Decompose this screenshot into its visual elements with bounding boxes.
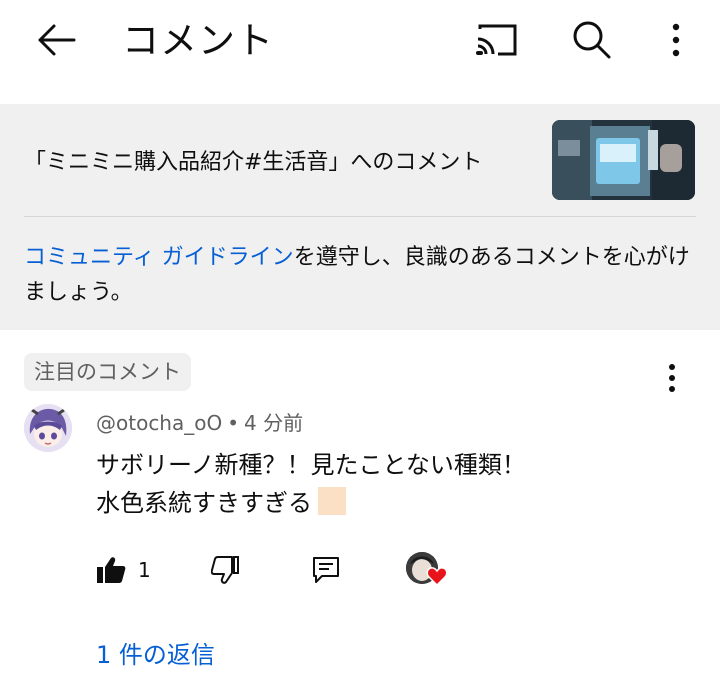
top-app-bar: コメント [0, 0, 720, 82]
heart-icon [426, 567, 448, 586]
thumbs-down-icon [211, 556, 239, 584]
comment-author[interactable]: @otocha_oO [96, 411, 222, 435]
comment-line-1: サボリーノ新種？！見たことない種類！ [96, 451, 526, 479]
cast-button[interactable] [468, 18, 524, 62]
dislike-button[interactable] [206, 550, 246, 590]
view-replies-button[interactable]: 1 件の返信 [96, 637, 215, 673]
comment-more-button[interactable] [656, 358, 688, 398]
search-button[interactable] [566, 16, 618, 64]
reply-comment-icon [313, 557, 339, 583]
comment-meta: @otocha_oO • 4 分前 [96, 408, 303, 438]
creator-heart-badge [404, 550, 450, 590]
emoji-placeholder-icon [318, 487, 346, 515]
avatar-image [24, 404, 72, 452]
comment-line-2: 水色系統すきすぎる [96, 489, 312, 517]
avatar[interactable] [24, 404, 72, 452]
community-guidelines-link[interactable]: コミュニティ ガイドライン [24, 245, 294, 270]
comment-body: サボリーノ新種？！見たことない種類！ 水色系統すきすぎる [96, 446, 696, 522]
video-thumbnail[interactable] [552, 120, 695, 200]
more-options-button[interactable] [656, 16, 696, 64]
comments-header-panel: 「ミニミニ購入品紹介#生活音」へのコメント コミュニティ ガイドラインを遵守し、… [0, 104, 720, 330]
video-thumbnail-image [552, 120, 695, 200]
divider [24, 216, 696, 217]
meta-separator: • [227, 411, 240, 435]
more-vert-icon [669, 364, 675, 392]
back-button[interactable] [30, 18, 82, 62]
reply-button[interactable] [306, 550, 346, 590]
more-vert-icon [672, 23, 680, 57]
thumbs-up-icon [97, 557, 126, 583]
search-icon [573, 21, 611, 59]
like-count: 1 [138, 558, 151, 582]
cast-icon [476, 24, 517, 56]
page-title: コメント [122, 19, 274, 62]
back-arrow-icon [38, 24, 76, 56]
community-guideline-notice: コミュニティ ガイドラインを遵守し、良識のあるコメントを心がけましょう。 [24, 240, 694, 310]
pinned-comment-chip: 注目のコメント [24, 353, 191, 391]
comment-time: 4 分前 [244, 411, 304, 435]
comment-line-2-wrap: 水色系統すきすぎる [96, 484, 696, 522]
like-button[interactable]: 1 [96, 550, 151, 590]
video-comments-title: 「ミニミニ購入品紹介#生活音」へのコメント [24, 150, 483, 175]
